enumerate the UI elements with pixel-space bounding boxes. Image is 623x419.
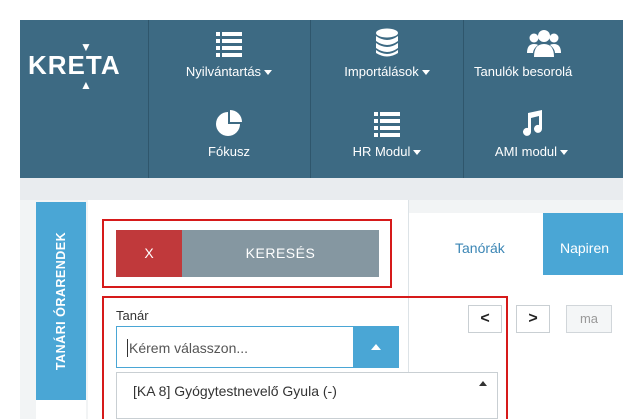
nav-label-nyilvantartas: Nyilvántartás (185, 64, 262, 79)
list-icon (216, 32, 242, 57)
nav-label-ami-modul: AMI modul (494, 144, 558, 159)
tab-napirend-label: Napiren (560, 240, 610, 256)
users-icon (526, 30, 561, 57)
logo-star-bottom-icon: ▲ (80, 78, 93, 92)
chevron-down-icon (264, 70, 273, 76)
chevron-down-icon (413, 150, 422, 156)
prev-button[interactable]: < (468, 305, 502, 333)
navbar-bottom-band (20, 178, 623, 200)
vertical-tab-tanari-orarendek[interactable]: TANÁRI ÓRARENDEK (36, 202, 86, 400)
nav-label-fokusz: Fókusz (208, 144, 250, 159)
window-left-margin (0, 20, 20, 419)
schedule-top-gap (409, 200, 623, 213)
vertical-tab-footer (36, 400, 86, 419)
nav-item-hr-modul[interactable]: HR Modul (311, 108, 463, 159)
nav-label-hr-modul: HR Modul (352, 144, 411, 159)
nav-item-fokusz[interactable]: Fókusz (148, 108, 310, 159)
logo-text: KRETA (28, 50, 121, 80)
list-icon (374, 112, 400, 137)
nav-label-importalasok: Importálások (344, 64, 419, 79)
database-icon (376, 28, 398, 57)
music-icon (522, 110, 542, 136)
chevron-down-icon (560, 150, 569, 156)
tab-tanorak[interactable]: Tanórák (455, 240, 505, 256)
nav-label-tanulok-besorolasa: Tanulók besorolá (474, 64, 573, 79)
kreta-logo[interactable]: ▼ KRETA ▲ (28, 40, 148, 92)
pie-chart-icon (216, 110, 242, 136)
next-button[interactable]: > (516, 305, 550, 333)
tab-napirend[interactable]: Napiren (543, 213, 623, 275)
chevron-down-icon (421, 70, 430, 76)
top-navbar: ▼ KRETA ▲ Nyilvántartás Importálások Tan… (20, 20, 623, 178)
window-top-margin (0, 0, 623, 20)
highlight-box-teacher (102, 296, 508, 419)
vertical-tab-label: TANÁRI ÓRARENDEK (54, 231, 68, 371)
highlight-box-buttons (102, 219, 392, 288)
nav-item-importalasok[interactable]: Importálások (311, 28, 463, 79)
today-button[interactable]: ma (566, 305, 612, 333)
nav-item-nyilvantartas[interactable]: Nyilvántartás (148, 28, 310, 79)
nav-item-ami-modul[interactable]: AMI modul (464, 108, 599, 159)
nav-item-tanulok-besorolasa[interactable]: Tanulók besorolá (464, 28, 623, 79)
